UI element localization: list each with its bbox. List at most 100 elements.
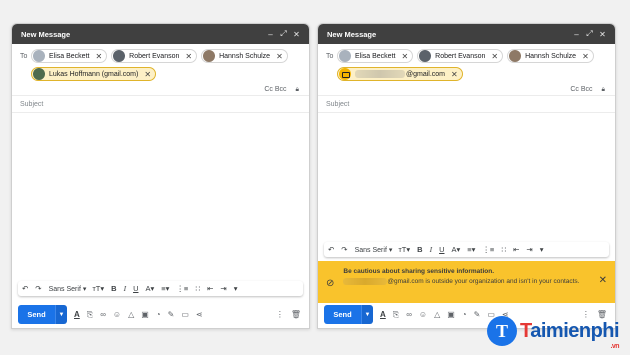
align-icon[interactable]: ≡▾ bbox=[161, 284, 169, 293]
remove-recipient-icon[interactable]: ✕ bbox=[95, 52, 102, 61]
drive-icon[interactable]: △ bbox=[434, 310, 440, 319]
italic-icon[interactable]: I bbox=[124, 284, 127, 293]
compose-window-left: New Message – ⤢ ✕ To Elisa Beckett ✕ Rob… bbox=[11, 23, 310, 329]
bulleted-list-icon[interactable]: ∷ bbox=[501, 245, 506, 254]
more-formatting-icon[interactable]: ▾ bbox=[234, 284, 238, 293]
underline-icon[interactable]: U bbox=[439, 245, 444, 254]
undo-icon[interactable]: ↶ bbox=[328, 245, 334, 254]
remove-recipient-icon[interactable]: ✕ bbox=[144, 70, 151, 79]
recipient-domain: @gmail.com bbox=[406, 70, 446, 78]
underline-icon[interactable]: U bbox=[133, 284, 138, 293]
layouts-icon[interactable]: ⋖ bbox=[196, 310, 203, 319]
formatting-options-icon[interactable]: A bbox=[380, 310, 386, 319]
send-options-icon[interactable]: ▼ bbox=[361, 305, 373, 324]
signature-icon[interactable]: ✎ bbox=[474, 310, 481, 319]
photo-icon[interactable]: ▣ bbox=[141, 310, 149, 319]
confidential-icon[interactable]: ◔ bbox=[156, 310, 161, 319]
text-color-icon[interactable]: A▾ bbox=[451, 245, 460, 254]
remove-recipient-icon[interactable]: ✕ bbox=[582, 52, 589, 61]
minimize-icon[interactable]: – bbox=[570, 30, 583, 39]
numbered-list-icon[interactable]: ⋮≡ bbox=[482, 245, 494, 254]
font-size-icon[interactable]: тT▾ bbox=[92, 284, 104, 293]
link-icon[interactable]: ∞ bbox=[100, 310, 106, 319]
expand-icon[interactable]: ⤢ bbox=[583, 29, 596, 39]
bold-icon[interactable]: B bbox=[111, 284, 116, 293]
cc-bcc-link[interactable]: Cc Bcc bbox=[264, 86, 286, 93]
send-button[interactable]: Send bbox=[324, 305, 361, 324]
drive-icon[interactable]: △ bbox=[128, 310, 134, 319]
to-field[interactable]: To Elisa Beckett ✕ Robert Evanson ✕ Hann… bbox=[318, 44, 615, 84]
external-recipient-warning: ⊘ Be cautious about sharing sensitive in… bbox=[318, 261, 615, 303]
remove-recipient-icon[interactable]: ✕ bbox=[491, 52, 498, 61]
signature-icon[interactable]: ✎ bbox=[168, 310, 175, 319]
close-icon[interactable]: ✕ bbox=[290, 30, 303, 39]
recipient-chip-external[interactable]: @gmail.com ✕ bbox=[337, 67, 463, 81]
compose-titlebar[interactable]: New Message – ⤢ ✕ bbox=[318, 24, 615, 44]
subject-field[interactable]: Subject bbox=[12, 96, 309, 113]
bulleted-list-icon[interactable]: ∷ bbox=[195, 284, 200, 293]
cc-bcc-link[interactable]: Cc Bcc bbox=[570, 86, 592, 93]
confidential-icon[interactable]: ◔ bbox=[462, 310, 467, 319]
attach-icon[interactable]: ⎘ bbox=[87, 310, 93, 320]
minimize-icon[interactable]: – bbox=[264, 30, 277, 39]
bold-icon[interactable]: B bbox=[417, 245, 422, 254]
send-options-icon[interactable]: ▼ bbox=[55, 305, 67, 324]
lock-icon[interactable]: 🔒︎ bbox=[296, 86, 299, 94]
font-select[interactable]: Sans Serif ▾ bbox=[49, 285, 87, 293]
compose-window-right: New Message – ⤢ ✕ To Elisa Beckett ✕ Rob… bbox=[317, 23, 616, 329]
compose-titlebar[interactable]: New Message – ⤢ ✕ bbox=[12, 24, 309, 44]
message-body[interactable] bbox=[318, 120, 615, 238]
send-button[interactable]: Send bbox=[18, 305, 55, 324]
close-icon[interactable]: ✕ bbox=[596, 30, 609, 39]
indent-less-icon[interactable]: ⇤ bbox=[207, 284, 213, 293]
emoji-icon[interactable]: ☺ bbox=[113, 310, 121, 319]
link-icon[interactable]: ∞ bbox=[406, 310, 412, 319]
watermark-icon: T bbox=[487, 316, 517, 346]
align-icon[interactable]: ≡▾ bbox=[467, 245, 475, 254]
send-button-group: Send ▼ bbox=[324, 305, 373, 324]
dismiss-warning-icon[interactable]: ✕ bbox=[599, 275, 607, 286]
remove-recipient-icon[interactable]: ✕ bbox=[451, 70, 458, 79]
text-color-icon[interactable]: A▾ bbox=[145, 284, 154, 293]
lock-icon[interactable]: 🔒︎ bbox=[602, 86, 605, 94]
redo-icon[interactable]: ↷ bbox=[35, 284, 41, 293]
attach-icon[interactable]: ⎘ bbox=[393, 310, 399, 320]
recipient-name: Hannsh Schulze bbox=[525, 52, 577, 60]
recipient-chip[interactable]: Robert Evanson ✕ bbox=[111, 49, 198, 63]
emoji-icon[interactable]: ☺ bbox=[419, 310, 427, 319]
indent-more-icon[interactable]: ⇥ bbox=[526, 245, 532, 254]
remove-recipient-icon[interactable]: ✕ bbox=[401, 52, 408, 61]
recipient-chip[interactable]: Elisa Beckett ✕ bbox=[31, 49, 108, 63]
recipient-chip[interactable]: Hannsh Schulze ✕ bbox=[507, 49, 594, 63]
warning-title: Be cautious about sharing sensitive info… bbox=[343, 268, 494, 275]
message-body[interactable] bbox=[12, 120, 309, 275]
font-select[interactable]: Sans Serif ▾ bbox=[355, 246, 393, 254]
subject-field[interactable]: Subject bbox=[318, 96, 615, 113]
person-avatar bbox=[339, 50, 351, 62]
indent-less-icon[interactable]: ⇤ bbox=[513, 245, 519, 254]
to-field[interactable]: To Elisa Beckett ✕ Robert Evanson ✕ Hann… bbox=[12, 44, 309, 84]
more-options-icon[interactable]: ⋮ bbox=[276, 310, 284, 319]
discard-draft-icon[interactable]: 🗑︎ bbox=[291, 310, 301, 319]
photo-icon[interactable]: ▣ bbox=[447, 310, 455, 319]
font-size-icon[interactable]: тT▾ bbox=[398, 245, 410, 254]
recipient-chip[interactable]: Elisa Beckett ✕ bbox=[337, 49, 414, 63]
external-contact-warning-icon: ⊘ bbox=[326, 278, 335, 289]
recipient-chip-external[interactable]: Lukas Hoffmann (gmail.com) ✕ bbox=[31, 67, 157, 81]
expand-icon[interactable]: ⤢ bbox=[277, 29, 290, 39]
formatting-options-icon[interactable]: A bbox=[74, 310, 80, 319]
remove-recipient-icon[interactable]: ✕ bbox=[276, 52, 283, 61]
template-icon[interactable]: ▭ bbox=[181, 310, 189, 319]
undo-icon[interactable]: ↶ bbox=[22, 284, 28, 293]
numbered-list-icon[interactable]: ⋮≡ bbox=[176, 284, 188, 293]
recipient-chip[interactable]: Robert Evanson ✕ bbox=[417, 49, 504, 63]
more-formatting-icon[interactable]: ▾ bbox=[540, 245, 544, 254]
remove-recipient-icon[interactable]: ✕ bbox=[185, 52, 192, 61]
redo-icon[interactable]: ↷ bbox=[341, 245, 347, 254]
person-avatar bbox=[419, 50, 432, 62]
font-name: Sans Serif bbox=[48, 285, 81, 293]
person-avatar bbox=[509, 50, 522, 62]
recipient-chip[interactable]: Hannsh Schulze ✕ bbox=[201, 49, 288, 63]
italic-icon[interactable]: I bbox=[430, 245, 433, 254]
indent-more-icon[interactable]: ⇥ bbox=[220, 284, 226, 293]
